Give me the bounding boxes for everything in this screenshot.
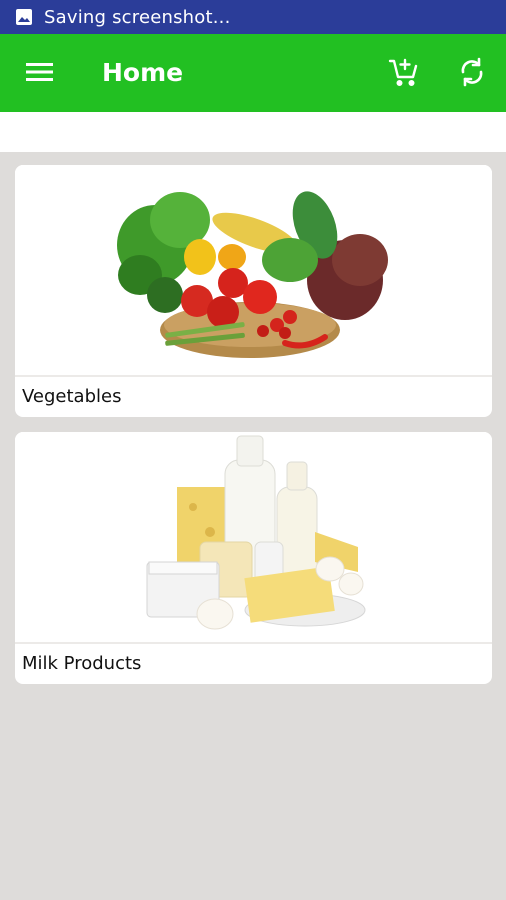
- menu-icon: [26, 62, 54, 86]
- refresh-button[interactable]: [452, 54, 492, 94]
- app-bar: Home: [0, 34, 506, 112]
- dairy-products-image: [15, 432, 492, 642]
- image-icon: [14, 7, 34, 27]
- category-card-vegetables[interactable]: Vegetables: [15, 165, 492, 417]
- category-card-milk-products[interactable]: Milk Products: [15, 432, 492, 684]
- category-label: Milk Products: [22, 653, 142, 674]
- add-to-cart-icon: [388, 56, 420, 92]
- status-text: Saving screenshot...: [44, 6, 231, 28]
- header-spacer: [0, 112, 506, 152]
- status-bar: Saving screenshot...: [0, 0, 506, 34]
- category-label: Vegetables: [22, 386, 122, 407]
- vegetables-basket-image: [15, 165, 492, 375]
- menu-button[interactable]: [20, 54, 60, 94]
- page-title: Home: [102, 58, 184, 87]
- add-to-cart-button[interactable]: [384, 54, 424, 94]
- refresh-icon: [458, 57, 486, 91]
